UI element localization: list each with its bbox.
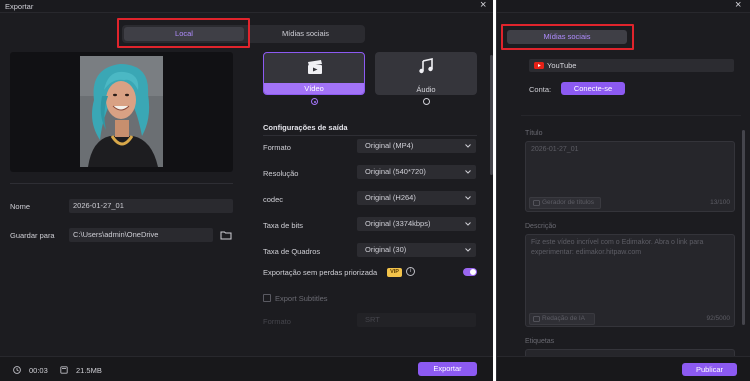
export-subtitles-checkbox[interactable] [263, 294, 271, 302]
social-media-panel: × Mídias sociais YouTube Conta: Conecte-… [496, 0, 750, 381]
divider [10, 183, 233, 184]
framerate-value: Original (30) [365, 245, 407, 254]
video-clapper-icon [308, 60, 322, 74]
close-icon[interactable]: × [480, 0, 486, 11]
description-value: Fiz este vídeo incrível com o Edimakor. … [531, 239, 704, 256]
chevron-down-icon [465, 170, 471, 174]
tab-social-media-active[interactable]: Mídias sociais [507, 30, 627, 44]
name-label: Nome [10, 202, 31, 211]
video-format-label: Vídeo [264, 83, 364, 94]
ai-writing-button[interactable]: Redação de IA [529, 313, 595, 325]
description-input[interactable]: Fiz este vídeo incrível com o Edimakor. … [525, 234, 735, 327]
name-input[interactable]: 2026-01-27_01 [69, 199, 233, 213]
framerate-label: Taxa de Quadros [263, 247, 321, 256]
format-value: Original (MP4) [365, 141, 414, 150]
file-size-icon [60, 366, 68, 374]
publish-button[interactable]: Publicar [682, 363, 737, 376]
ai-writing-icon [533, 316, 540, 322]
format-select[interactable]: Original (MP4) [357, 139, 476, 153]
divider [521, 115, 741, 116]
chevron-down-icon [465, 248, 471, 252]
account-label: Conta: [529, 85, 552, 94]
export-subtitles-label: Export Subtitles [275, 294, 328, 303]
tab-local[interactable]: Local [124, 27, 244, 41]
save-path-label: Guardar para [10, 231, 55, 240]
codec-label: codec [263, 195, 284, 204]
title-char-count: 13/100 [710, 199, 730, 206]
export-footer: 00:03 21.5MB Exportar [0, 356, 493, 381]
codec-value: Original (H264) [365, 193, 416, 202]
audio-radio[interactable] [423, 98, 430, 105]
framerate-select[interactable]: Original (30) [357, 243, 476, 257]
social-footer: Publicar [497, 356, 750, 381]
subtitle-format-label: Formato [263, 317, 291, 326]
vip-badge: VIP [387, 268, 402, 277]
chevron-down-icon [465, 222, 471, 226]
export-button[interactable]: Exportar [418, 362, 477, 376]
social-titlebar: × [497, 0, 750, 13]
title-input[interactable]: 2026-01-27_01 Gerador de títulos 13/100 [525, 141, 735, 212]
ai-generate-icon [533, 200, 540, 206]
platform-select[interactable]: YouTube [529, 59, 734, 72]
tab-social-media[interactable]: Mídias sociais [248, 27, 363, 41]
preview-thumbnail [80, 56, 163, 167]
bitrate-value: Original (3374kbps) [365, 219, 431, 228]
file-size-text: 21.5MB [76, 366, 102, 375]
title-generator-label: Gerador de títulos [542, 199, 595, 206]
bitrate-select[interactable]: Original (3374kbps) [357, 217, 476, 231]
format-label: Formato [263, 143, 291, 152]
info-icon[interactable]: i [406, 267, 415, 276]
subtitle-format-value: SRT [365, 315, 380, 324]
settings-scrollbar[interactable] [490, 55, 493, 175]
music-note-icon [419, 58, 433, 74]
export-window: Exportar × Local Mídias sociais Nome 202… [0, 0, 493, 381]
clock-icon [13, 366, 21, 374]
lossless-export-label: Exportação sem perdas priorizada [263, 268, 378, 277]
subtitle-format-select[interactable]: SRT [357, 313, 476, 327]
description-char-count: 92/5000 [706, 315, 731, 322]
description-label: Descrição [525, 223, 557, 230]
export-tabs: Local Mídias sociais [122, 25, 365, 43]
resolution-value: Original (540*720) [365, 167, 426, 176]
chevron-down-icon [465, 144, 471, 148]
output-settings-title: Configurações de saída [263, 123, 348, 132]
resolution-select[interactable]: Original (540*720) [357, 165, 476, 179]
title-value: 2026-01-27_01 [531, 146, 579, 153]
save-path-input[interactable]: C:\Users\admin\OneDrive [69, 228, 213, 242]
folder-icon[interactable] [220, 230, 232, 240]
bitrate-label: Taxa de bits [263, 221, 304, 230]
platform-value: YouTube [547, 61, 577, 70]
connect-button[interactable]: Conecte-se [561, 82, 625, 95]
resolution-label: Resolução [263, 169, 299, 178]
social-scrollbar[interactable] [742, 130, 745, 325]
divider [263, 135, 477, 136]
close-icon[interactable]: × [735, 0, 741, 11]
lossless-export-toggle[interactable] [463, 268, 477, 276]
window-title: Exportar [5, 2, 34, 11]
export-titlebar: Exportar × [0, 0, 493, 13]
video-format-card[interactable]: Vídeo [263, 52, 365, 95]
tags-label: Etiquetas [525, 338, 555, 345]
codec-select[interactable]: Original (H264) [357, 191, 476, 205]
audio-format-card[interactable]: Áudio [375, 52, 477, 95]
video-radio[interactable] [311, 98, 318, 105]
ai-writing-label: Redação de IA [542, 315, 586, 322]
title-label: Título [525, 130, 543, 137]
duration-text: 00:03 [29, 366, 48, 375]
chevron-down-icon [465, 196, 471, 200]
audio-format-label: Áudio [416, 85, 436, 94]
title-generator-button[interactable]: Gerador de títulos [529, 197, 601, 209]
youtube-icon [534, 62, 544, 69]
